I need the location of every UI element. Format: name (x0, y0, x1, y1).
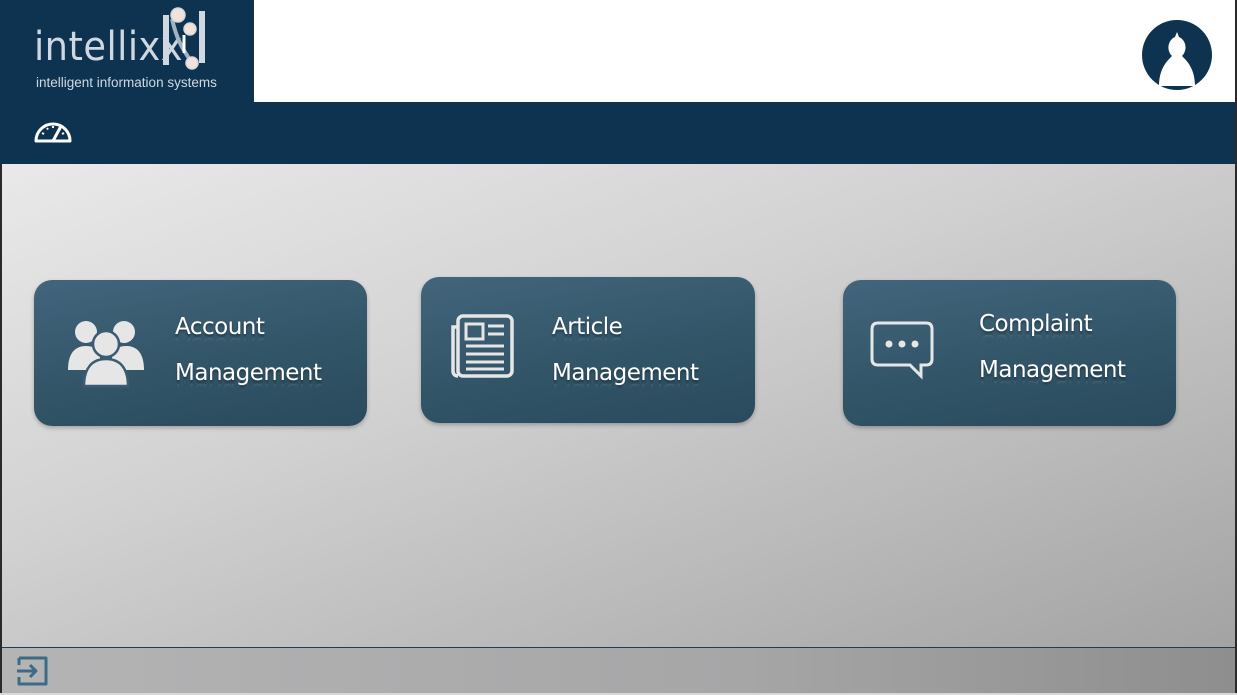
tile-label-line1: Account (175, 304, 322, 350)
account-management-label: Account Management (175, 304, 322, 396)
article-management-label: Article Management (552, 304, 699, 396)
tile-label-line1: Complaint (979, 301, 1126, 347)
logo-mark-icon (163, 7, 205, 70)
tile-label-line2: Management (175, 350, 322, 396)
brand-logo: intellixx intelligent information system… (0, 0, 254, 102)
complaint-management-label: Complaint Management (979, 301, 1126, 393)
brand-tagline: intelligent information systems (36, 75, 217, 90)
dashboard-content: Account Management Article Management (2, 164, 1235, 647)
tile-label-line1: Article (552, 304, 699, 350)
account-management-tile[interactable]: Account Management (34, 280, 367, 426)
complaint-management-tile[interactable]: Complaint Management (843, 280, 1176, 426)
tile-label-line2: Management (552, 350, 699, 396)
users-icon (68, 321, 144, 388)
footer-bar (2, 647, 1235, 694)
nav-bar (0, 102, 1237, 164)
logout-icon[interactable] (16, 655, 50, 687)
tile-label-line2: Management (979, 347, 1126, 393)
chat-bubble-icon (870, 321, 934, 380)
window-border-left (0, 164, 2, 695)
user-avatar-icon[interactable] (1142, 20, 1212, 90)
app-window: intellixx intelligent information system… (0, 0, 1237, 695)
article-management-tile[interactable]: Article Management (421, 277, 755, 423)
speedometer-icon[interactable] (33, 115, 73, 145)
newspaper-icon (451, 314, 514, 378)
